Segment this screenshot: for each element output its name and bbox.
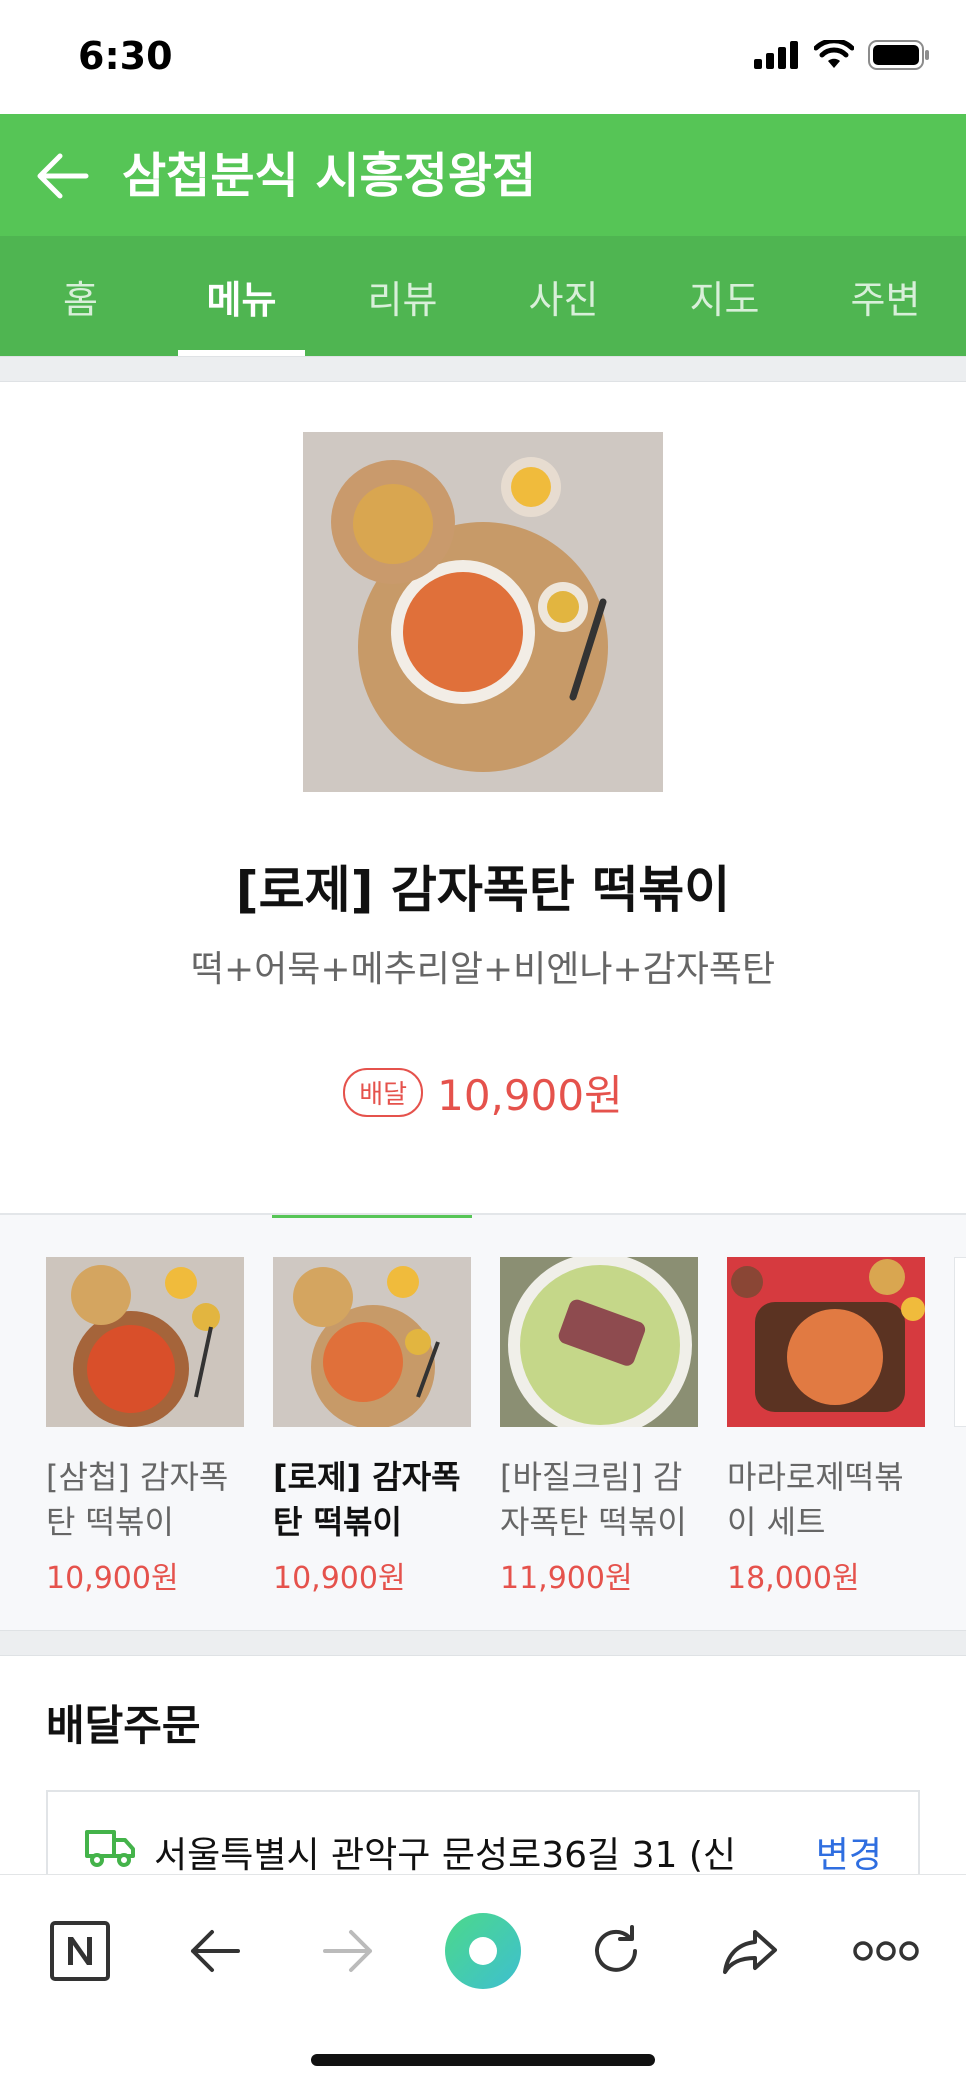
menu-thumbnail bbox=[954, 1257, 966, 1427]
naver-home-button[interactable] bbox=[40, 1911, 120, 1991]
menu-item-name: 마라로제떡볶이 세트 bbox=[727, 1458, 904, 1541]
product-price: 10,900원 bbox=[437, 1071, 623, 1120]
tab-map[interactable]: 지도 bbox=[644, 236, 805, 356]
battery-icon bbox=[868, 40, 929, 70]
menu-carousel[interactable]: [삼첩] 감자폭탄 떡볶이 10,900원 [로제] 감자폭탄 떡볶이 10,9… bbox=[0, 1213, 966, 1630]
menu-thumbnail bbox=[500, 1257, 698, 1427]
tab-menu[interactable]: 메뉴 bbox=[161, 236, 322, 356]
naver-n-icon bbox=[50, 1921, 110, 1981]
delivery-truck-icon bbox=[85, 1830, 135, 1867]
delivery-address: 서울특별시 관악구 문성로36길 31 (신 bbox=[154, 1835, 736, 1876]
menu-card-partial[interactable] bbox=[954, 1257, 966, 1427]
tab-nearby[interactable]: 주변 bbox=[805, 236, 966, 356]
menu-thumbnail bbox=[46, 1257, 244, 1427]
menu-thumbnail bbox=[727, 1257, 925, 1427]
change-address-button[interactable]: 변경 bbox=[816, 1826, 882, 1878]
green-dot-icon bbox=[445, 1913, 521, 1989]
page-title: 삼첩분식 시흥정왕점 bbox=[122, 148, 537, 204]
status-bar: 6:30 bbox=[0, 0, 966, 114]
delivery-badge: 배달 bbox=[343, 1068, 424, 1117]
tab-reviews[interactable]: 리뷰 bbox=[322, 236, 483, 356]
tab-home[interactable]: 홈 bbox=[0, 236, 161, 356]
more-dots-icon bbox=[853, 1941, 919, 1961]
arrow-left-icon bbox=[37, 153, 89, 199]
status-time: 6:30 bbox=[78, 34, 173, 78]
delivery-section-title: 배달주문 bbox=[46, 1701, 201, 1750]
status-icons bbox=[754, 40, 930, 70]
share-button[interactable] bbox=[710, 1911, 790, 1991]
section-divider bbox=[0, 356, 966, 382]
menu-card[interactable]: 마라로제떡볶이 세트 18,000원 bbox=[727, 1257, 925, 1597]
arrow-left-icon bbox=[191, 1930, 240, 1972]
tab-bar: 홈 메뉴 리뷰 사진 지도 주변 bbox=[0, 236, 966, 356]
back-button[interactable] bbox=[30, 144, 94, 208]
menu-card[interactable]: [삼첩] 감자폭탄 떡볶이 10,900원 bbox=[46, 1257, 244, 1597]
menu-card-active[interactable]: [로제] 감자폭탄 떡볶이 10,900원 bbox=[273, 1257, 471, 1597]
tab-photos[interactable]: 사진 bbox=[483, 236, 644, 356]
browser-back-button[interactable] bbox=[175, 1911, 255, 1991]
menu-item-name: [바질크림] 감자폭탄 떡볶이 bbox=[500, 1458, 687, 1541]
product-image[interactable] bbox=[303, 432, 663, 792]
menu-item-price: 18,000원 bbox=[727, 1561, 860, 1596]
more-button[interactable] bbox=[846, 1911, 926, 1991]
product-name: [로제] 감자폭탄 떡볶이 bbox=[235, 861, 731, 919]
menu-item-price: 11,900원 bbox=[500, 1561, 633, 1596]
menu-item-name: [로제] 감자폭탄 떡볶이 bbox=[273, 1458, 461, 1541]
price-row: 배달 10,900원 bbox=[0, 1062, 966, 1123]
product-description: 떡+어묵+메추리알+비엔나+감자폭탄 bbox=[190, 949, 776, 990]
arrow-right-icon bbox=[323, 1930, 372, 1972]
menu-item-name: [삼첩] 감자폭탄 떡볶이 bbox=[46, 1458, 229, 1541]
signal-icon bbox=[754, 41, 798, 69]
menu-item-price: 10,900원 bbox=[273, 1561, 406, 1596]
carousel-active-indicator bbox=[272, 1215, 472, 1218]
wifi-icon bbox=[814, 40, 854, 68]
menu-card[interactable]: [바질크림] 감자폭탄 떡볶이 11,900원 bbox=[500, 1257, 698, 1597]
browser-forward-button[interactable] bbox=[308, 1911, 388, 1991]
section-divider bbox=[0, 1630, 966, 1656]
menu-item-price: 10,900원 bbox=[46, 1561, 179, 1596]
refresh-button[interactable] bbox=[576, 1911, 656, 1991]
refresh-icon bbox=[595, 1925, 637, 1972]
home-indicator[interactable] bbox=[311, 2054, 655, 2066]
share-arrow-icon bbox=[723, 1930, 777, 1974]
app-header: 삼첩분식 시흥정왕점 bbox=[0, 114, 966, 236]
menu-thumbnail bbox=[273, 1257, 471, 1427]
green-dot-button[interactable] bbox=[443, 1911, 523, 1991]
